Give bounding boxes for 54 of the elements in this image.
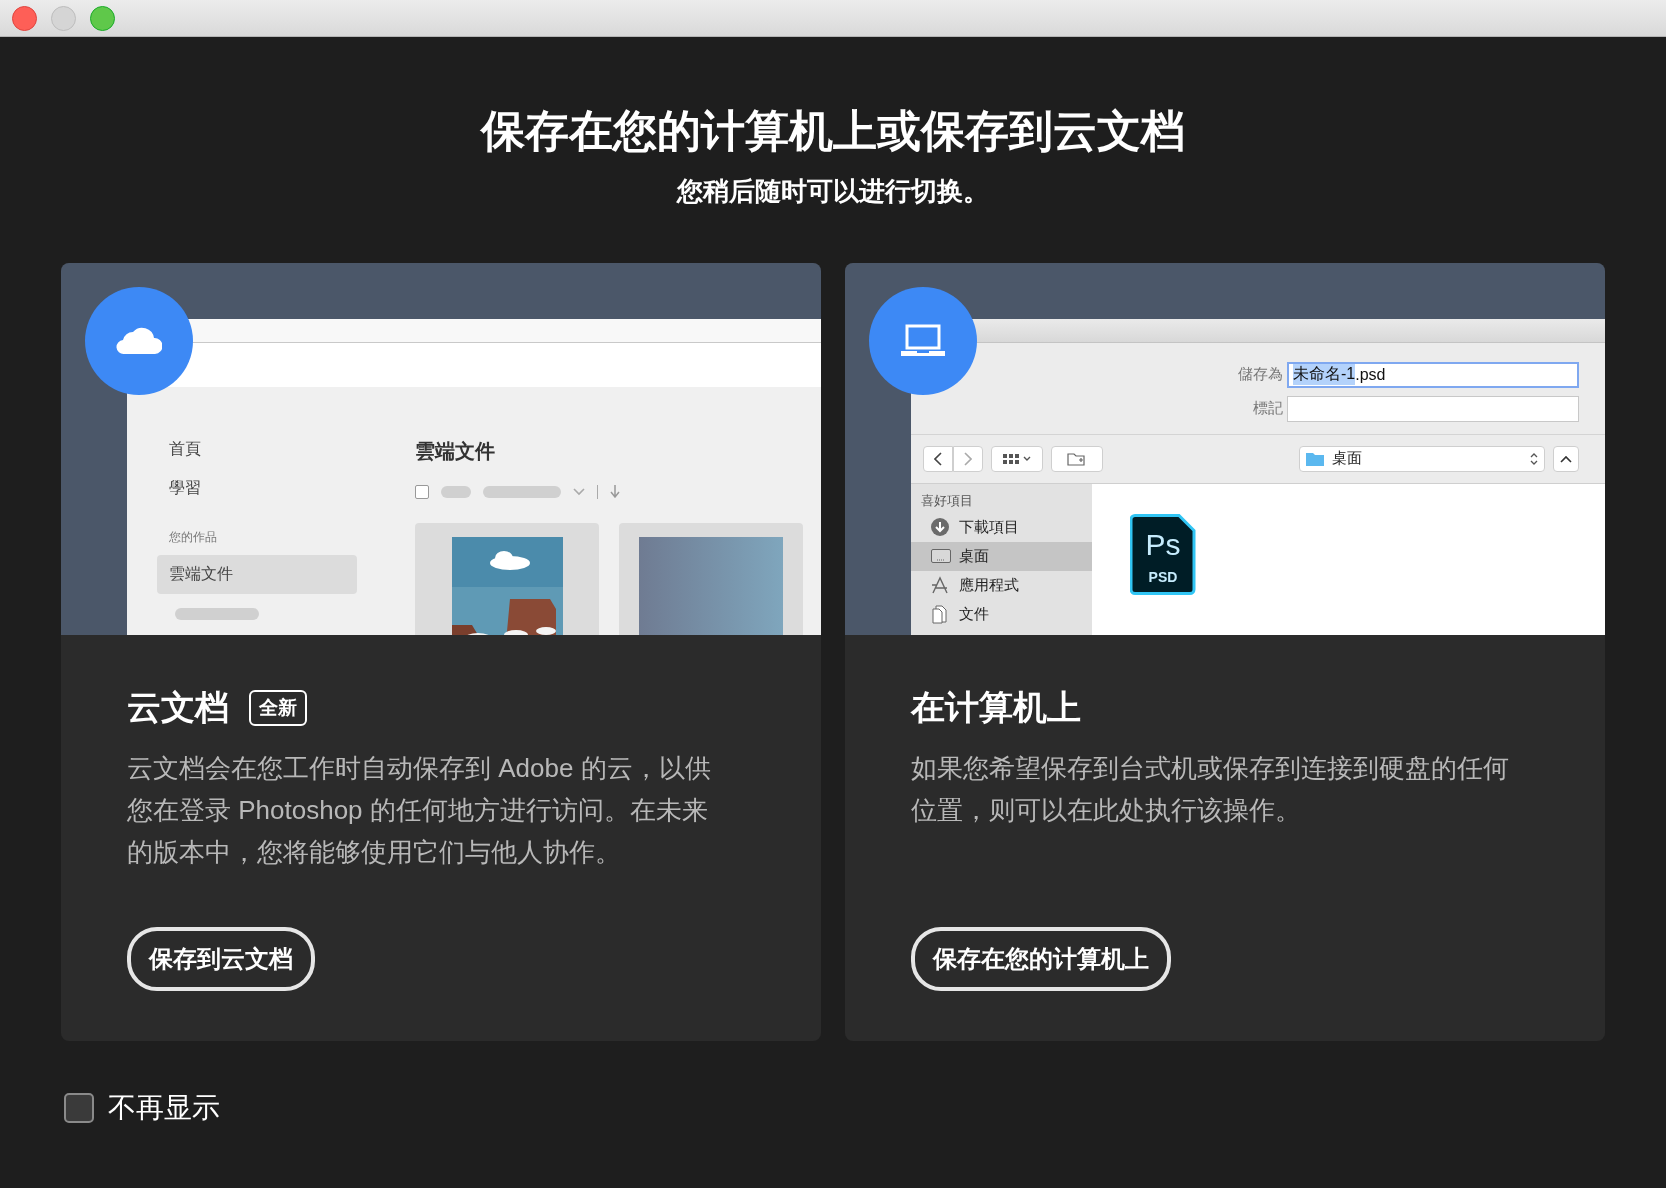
apps-icon (931, 575, 951, 595)
section-heading: 雲端文件 (415, 438, 496, 464)
desktop-icon (931, 546, 951, 566)
forward-button[interactable] (953, 445, 983, 472)
view-button[interactable] (991, 445, 1043, 472)
laptop-icon (900, 323, 946, 358)
dialog-subtitle: 您稍后随时可以进行切换。 (677, 174, 989, 208)
thumbnail-card[interactable] (415, 522, 599, 635)
checkbox[interactable] (415, 484, 429, 499)
save-to-cloud-button[interactable]: 保存到云文档 (127, 926, 315, 991)
download-icon (931, 517, 951, 537)
sidebar-heading: 喜好項目 (920, 491, 974, 510)
new-badge: 全新 (249, 689, 307, 726)
sidebar-item[interactable]: 應用程式 (911, 570, 1092, 600)
option-heading: 在计算机上 (911, 686, 1081, 728)
option-description: 如果您希望保存到台式机或保存到连接到硬盘的任何位置，则可以在此处执行该操作。 (911, 751, 1510, 827)
sidebar-item[interactable]: 雲端文件 (157, 554, 357, 594)
chevron-down-icon[interactable] (573, 487, 585, 496)
collapse-button[interactable] (1553, 445, 1579, 472)
grid-icon (1003, 453, 1019, 464)
sidebar-item[interactable]: 首頁 (157, 429, 357, 469)
minimize-button[interactable] (51, 5, 76, 31)
input-field[interactable] (1287, 395, 1579, 422)
thumbnail-card[interactable] (619, 522, 803, 635)
sidebar-item[interactable]: 下載項目 (911, 512, 1092, 542)
updown-icon (1530, 451, 1538, 466)
chevron-right-icon (964, 451, 972, 466)
option-heading: 云文档 (127, 686, 229, 728)
checkbox-label: 不再显示 (108, 1090, 220, 1125)
new-folder-button[interactable] (1051, 445, 1103, 472)
folder-plus-icon (1067, 451, 1087, 466)
back-button[interactable] (923, 445, 953, 472)
placeholder-bar (441, 485, 471, 498)
close-button[interactable] (12, 5, 37, 31)
zoom-button[interactable] (90, 5, 115, 31)
sidebar-item[interactable]: 桌面 (911, 541, 1092, 571)
caret-icon (1023, 455, 1031, 462)
field-label: 標記 (1253, 399, 1283, 419)
input-field[interactable]: 未命名-1.psd (1287, 361, 1579, 388)
sidebar-item[interactable]: 文件 (911, 599, 1092, 629)
section-label: 您的作品 (168, 528, 218, 546)
field-label: 儲存為 (1238, 365, 1283, 385)
chevron-up-icon (1560, 454, 1572, 463)
file-icon[interactable]: Ps PSD (1130, 513, 1196, 596)
save-to-computer-button[interactable]: 保存在您的计算机上 (911, 926, 1171, 991)
arrow-down-icon[interactable] (610, 485, 620, 499)
cloud-icon (116, 326, 162, 355)
dialog-title: 保存在您的计算机上或保存到云文档 (481, 105, 1185, 157)
chevron-left-icon (934, 451, 942, 466)
location-dropdown[interactable]: 桌面 (1299, 445, 1545, 472)
sidebar-item[interactable]: 學習 (157, 468, 357, 508)
folder-icon (1306, 451, 1324, 466)
checkbox[interactable] (64, 1092, 94, 1123)
option-description: 云文档会在您工作时自动保存到 Adobe 的云，以供您在登录 Photoshop 的任何地方进行访问。在未来的版本中，您将能够使用它们与他人协作。 (127, 751, 712, 869)
